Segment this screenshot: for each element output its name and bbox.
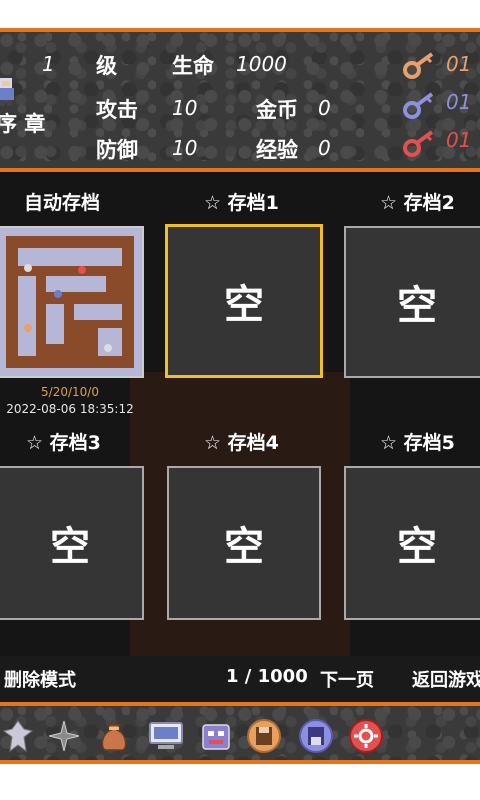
save-icon [247, 719, 281, 753]
atk-label: 攻击 [96, 98, 138, 122]
save-game-button[interactable] [246, 718, 282, 754]
save-slot-2-empty: 空 [397, 283, 437, 329]
save-slot-1-title: ☆ 存档1 [204, 192, 279, 214]
compass-icon [48, 720, 80, 752]
back-to-game-button[interactable]: 返回游戏 [412, 666, 480, 692]
keyboard-icon [149, 722, 183, 749]
gold-label: 金币 [256, 98, 298, 122]
book-icon [2, 720, 34, 753]
save-slot-2[interactable]: 空 [344, 226, 480, 378]
next-page-button[interactable]: 下一页 [320, 666, 374, 692]
def-label: 防御 [96, 138, 138, 162]
shop-icon [202, 724, 230, 750]
save-slot-4-empty: 空 [224, 524, 264, 570]
save-slot-5-empty: 空 [397, 524, 437, 570]
save-slot-4[interactable]: 空 [167, 466, 321, 620]
save-slot-5-title: ☆ 存档5 [380, 432, 455, 454]
hp-label: 生命 [172, 54, 214, 78]
auto-save-title: 自动存档 [24, 192, 101, 214]
red-key-count: 01 [446, 128, 472, 152]
save-slot-3[interactable]: 空 [0, 466, 144, 620]
toolbar [0, 702, 480, 764]
save-slot-3-title: ☆ 存档3 [26, 432, 101, 454]
save-slot-5[interactable]: 空 [344, 466, 480, 620]
bag-button[interactable] [96, 718, 132, 754]
delete-mode-button[interactable]: 删除模式 [4, 666, 76, 692]
blue-key-count: 01 [446, 90, 472, 114]
load-game-button[interactable] [298, 718, 334, 754]
system-status-bar [0, 0, 480, 28]
hp-value: 1000 [236, 52, 287, 76]
red-key-icon [403, 130, 434, 157]
keyboard-button[interactable] [148, 718, 184, 754]
save-slot-1[interactable]: 空 [165, 224, 323, 378]
bag-icon [101, 724, 127, 751]
save-slot-1-empty: 空 [224, 282, 264, 328]
chapter-label: 序 章 [0, 112, 46, 136]
load-icon [299, 719, 333, 753]
exp-value: 0 [318, 136, 331, 160]
status-panel: 1 级 生命 1000 序 章 攻击 10 金币 0 防御 10 经验 0 01… [0, 28, 480, 172]
save-slot-3-empty: 空 [50, 524, 90, 570]
fly-button[interactable] [46, 718, 82, 754]
monster-book-button[interactable] [0, 718, 36, 754]
exp-label: 经验 [256, 138, 298, 162]
navigation-bar [0, 764, 480, 800]
atk-value: 10 [172, 96, 198, 120]
save-slot-2-title: ☆ 存档2 [380, 192, 455, 214]
level-label: 级 [96, 54, 117, 78]
auto-save-thumbnail[interactable] [0, 226, 144, 378]
page-indicator: 1 / 1000 [226, 666, 308, 687]
settings-icon [349, 719, 383, 753]
auto-save-time: 2022-08-06 18:35:12 [6, 402, 134, 416]
save-footer: 删除模式 1 / 1000 下一页 返回游戏 [0, 656, 480, 702]
yellow-key-icon [403, 52, 434, 79]
def-value: 10 [172, 136, 198, 160]
auto-save-stats: 5/20/10/0 [41, 385, 99, 399]
level-value: 1 [42, 52, 55, 76]
save-slot-4-title: ☆ 存档4 [204, 432, 279, 454]
blue-key-icon [403, 92, 434, 119]
map-preview-icon [0, 228, 142, 376]
shop-button[interactable] [198, 718, 234, 754]
yellow-key-count: 01 [446, 52, 472, 76]
settings-button[interactable] [348, 718, 384, 754]
gold-value: 0 [318, 96, 331, 120]
hero-avatar-icon [0, 78, 14, 106]
